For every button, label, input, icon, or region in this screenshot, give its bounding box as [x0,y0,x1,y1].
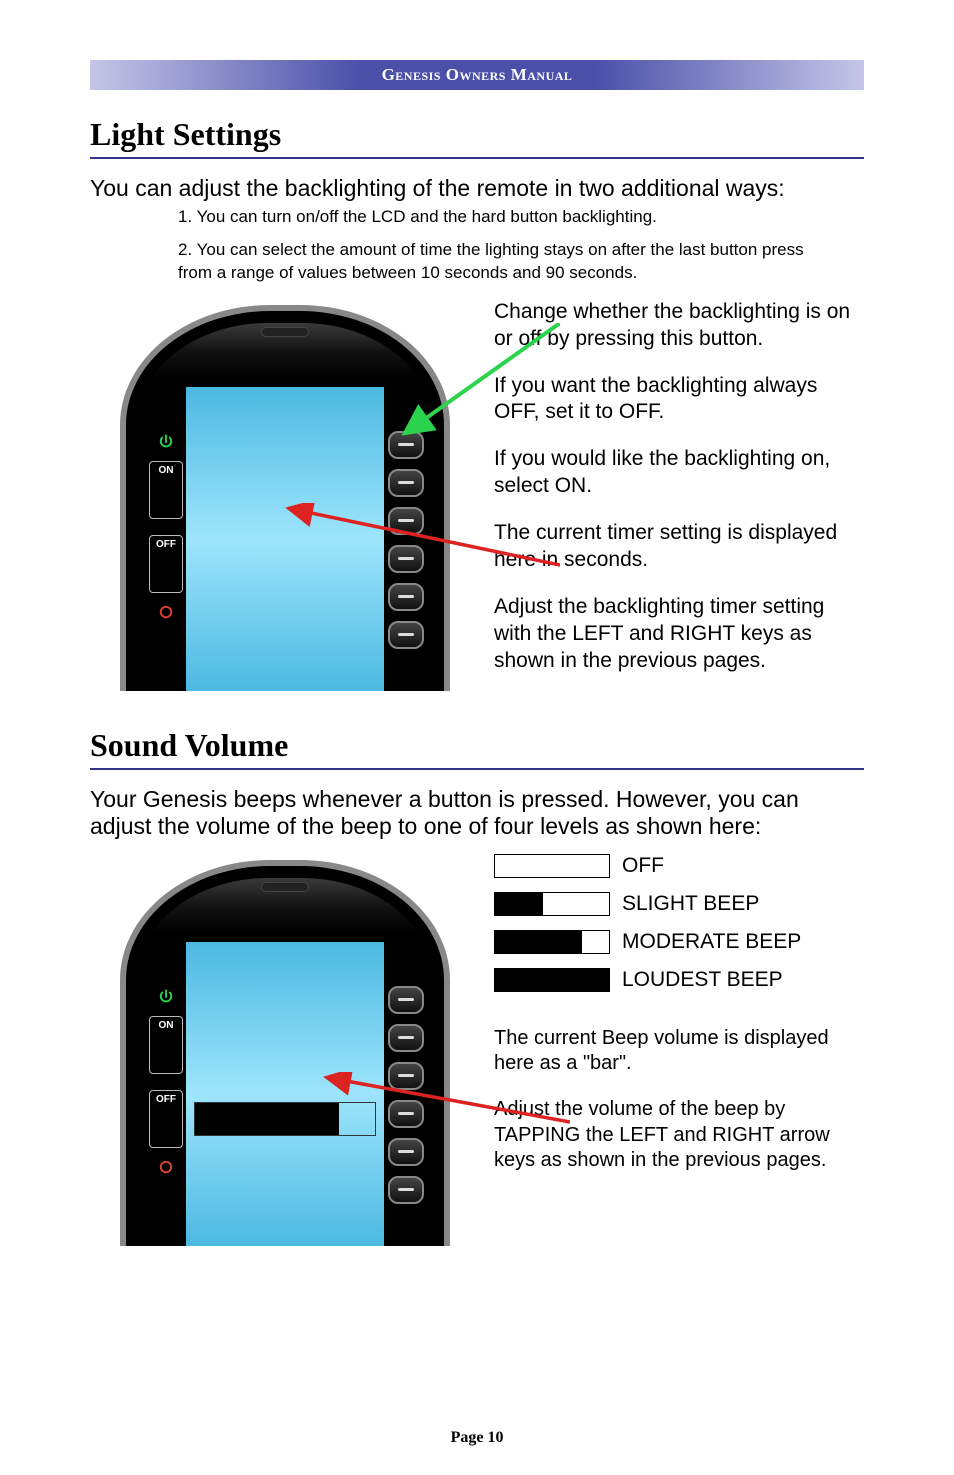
legend-label: MODERATE BEEP [622,930,801,954]
power-icon [153,429,179,455]
light-callout-4: The current timer setting is displayed h… [494,520,864,574]
side-button[interactable] [388,986,424,1014]
side-button[interactable] [388,469,424,497]
side-button[interactable] [388,621,424,649]
side-button-column [388,431,424,649]
light-list-item-1: 1. You can turn on/off the LCD and the h… [178,206,824,229]
light-callout-1: Change whether the backlighting is on or… [494,299,864,353]
header-banner: Genesis Owners Manual [90,60,864,90]
legend-label: OFF [622,854,664,878]
remote-illustration-sound: ON OFF [90,854,480,1246]
side-button-column [388,986,424,1204]
legend-row-moderate: MODERATE BEEP [494,930,864,954]
side-button[interactable] [388,1100,424,1128]
off-box: OFF [149,535,183,593]
legend-row-slight: SLIGHT BEEP [494,892,864,916]
side-button[interactable] [388,1062,424,1090]
side-button[interactable] [388,507,424,535]
beep-volume-fill [195,1103,339,1135]
light-figure-block: ON OFF [90,299,864,691]
sound-intro: Your Genesis beeps whenever a button is … [90,786,864,840]
light-callout-2: If you want the backlighting always OFF,… [494,373,864,427]
beep-legend: OFF SLIGHT BEEP MODERATE BEEP LOUDEST BE… [494,854,864,992]
sound-callouts: The current Beep volume is displayed her… [494,1026,864,1174]
sound-callout-1: The current Beep volume is displayed her… [494,1026,864,1077]
light-intro: You can adjust the backlighting of the r… [90,175,864,202]
light-list-item-2: 2. You can select the amount of time the… [178,239,824,285]
remote-illustration-light: ON OFF [90,299,480,691]
sound-callout-2: Adjust the volume of the beep by TAPPING… [494,1097,864,1174]
side-button[interactable] [388,583,424,611]
side-button[interactable] [388,545,424,573]
page-footer: Page 10 [0,1429,954,1447]
record-icon [153,599,179,625]
record-icon [153,1154,179,1180]
power-icon [153,984,179,1010]
legend-label: LOUDEST BEEP [622,968,783,992]
on-box: ON [149,461,183,519]
side-button[interactable] [388,431,424,459]
heading-sound-volume: Sound Volume [90,727,864,770]
legend-row-off: OFF [494,854,864,878]
beep-volume-bar [194,1102,376,1136]
legend-label: SLIGHT BEEP [622,892,759,916]
sound-figure-block: ON OFF [90,854,864,1246]
heading-light-settings: Light Settings [90,116,864,159]
light-callout-3: If you would like the backlighting on, s… [494,446,864,500]
side-button[interactable] [388,1024,424,1052]
legend-row-loudest: LOUDEST BEEP [494,968,864,992]
light-callout-5: Adjust the backlighting timer setting wi… [494,594,864,675]
side-button[interactable] [388,1176,424,1204]
off-box: OFF [149,1090,183,1148]
side-button[interactable] [388,1138,424,1166]
on-box: ON [149,1016,183,1074]
light-callouts: Change whether the backlighting is on or… [494,299,864,675]
